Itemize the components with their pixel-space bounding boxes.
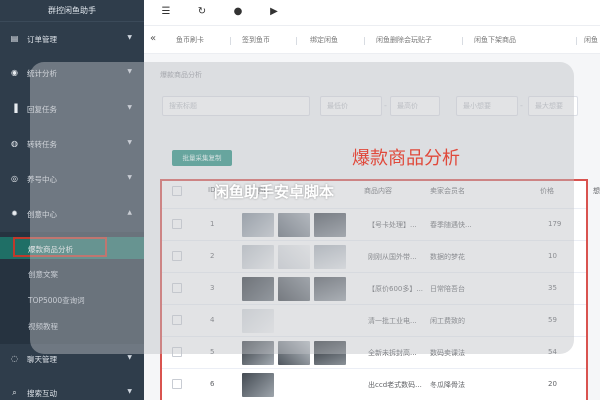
product-content[interactable]: 出ccd老式数码... — [368, 380, 422, 390]
clock-icon: ◍ — [11, 139, 18, 148]
product-thumbnail — [242, 373, 274, 397]
section-title: 爆款商品分析 — [352, 148, 460, 169]
tab-separator — [462, 37, 463, 45]
translucent-overlay — [30, 62, 574, 354]
account-icon: ◎ — [11, 174, 18, 183]
tabs-bar: « 鱼币刷卡 签到鱼币 绑定闲鱼 闲鱼删除会玩贴子 闲鱼下架商品 闲鱼 — [144, 26, 600, 54]
row-id: 6 — [210, 380, 215, 388]
chevron-down-icon: ▼ — [127, 34, 132, 41]
tab-xianyu[interactable]: 闲鱼 — [584, 35, 598, 45]
reply-icon: ▐ — [11, 104, 18, 113]
tab-unlist[interactable]: 闲鱼下架商品 — [474, 35, 516, 45]
tabs-scroll-left-icon[interactable]: « — [150, 33, 156, 44]
seller-name: 冬瓜降骨法 — [430, 381, 465, 389]
refresh-icon[interactable]: ↻ — [196, 6, 208, 18]
bulb-icon: ✹ — [11, 209, 18, 218]
row-checkbox[interactable] — [172, 379, 182, 389]
chevron-down-icon: ▼ — [127, 388, 132, 395]
table-row[interactable]: 6 出ccd老式数码... 冬瓜降骨法 20 — [162, 368, 586, 400]
column-header-want: 想 — [593, 187, 600, 195]
top-toolbar: ☰ ↻ ● ▶ — [144, 0, 600, 26]
tab-coin-card[interactable]: 鱼币刷卡 — [176, 35, 204, 45]
tab-separator — [576, 37, 577, 45]
chevron-down-icon: ▼ — [127, 354, 132, 361]
sidebar-item-orders[interactable]: ▤ 订单管理 ▼ — [0, 28, 144, 50]
play-icon[interactable]: ▶ — [268, 6, 280, 18]
menu-icon[interactable]: ☰ — [160, 6, 172, 18]
sidebar-item-label: 搜索互动 — [27, 389, 57, 398]
watermark-title: 闲鱼助手安卓脚本 — [214, 183, 335, 201]
record-icon[interactable]: ● — [232, 6, 244, 18]
tab-separator — [296, 37, 297, 45]
chart-icon: ◉ — [11, 68, 18, 77]
tab-separator — [364, 37, 365, 45]
chat-icon: ◌ — [11, 354, 18, 363]
search-icon: ⌕ — [12, 388, 17, 397]
tab-separator — [230, 37, 231, 45]
clipboard-icon: ▤ — [10, 34, 19, 43]
app-brand: 群控闲鱼助手 — [0, 0, 144, 22]
sidebar-item-label: 订单管理 — [27, 35, 57, 44]
sidebar-item-label: 聊天管理 — [27, 355, 57, 364]
tab-delete-posts[interactable]: 闲鱼删除会玩贴子 — [376, 35, 432, 45]
price: 20 — [548, 380, 557, 388]
tab-bind[interactable]: 绑定闲鱼 — [310, 35, 338, 45]
tab-checkin[interactable]: 签到鱼币 — [242, 35, 270, 45]
sidebar-item-search[interactable]: ⌕ 搜索互动 ▼ — [0, 382, 144, 400]
